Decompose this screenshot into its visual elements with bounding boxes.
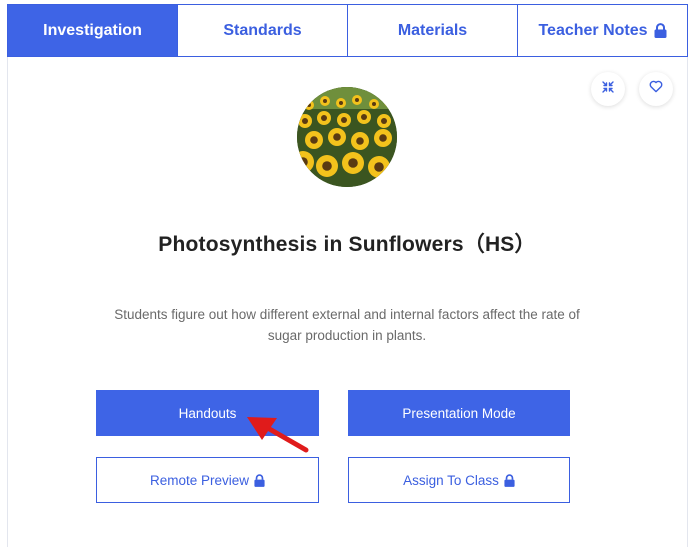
button-label: Assign To Class (403, 472, 499, 488)
lock-icon (504, 473, 515, 487)
tab-label: Teacher Notes (538, 21, 648, 39)
tab-investigation[interactable]: Investigation (7, 4, 178, 57)
tab-materials[interactable]: Materials (347, 4, 518, 57)
tab-label: Investigation (43, 21, 142, 39)
activity-image (297, 87, 397, 187)
tab-bar: Investigation Standards Materials Teache… (7, 4, 688, 58)
heart-icon (649, 80, 663, 98)
presentation-mode-button[interactable]: Presentation Mode (348, 390, 570, 436)
tab-label: Materials (397, 21, 468, 39)
tab-label: Standards (223, 21, 302, 39)
button-label: Remote Preview (149, 472, 250, 488)
collapse-button[interactable] (591, 72, 625, 106)
assign-to-class-button[interactable]: Assign To Class (348, 457, 570, 503)
activity-title: Photosynthesis in Sunflowers（HS） (158, 233, 536, 256)
button-label: Handouts (178, 405, 237, 421)
handouts-button[interactable]: Handouts (96, 390, 319, 436)
lock-icon (654, 23, 667, 38)
lock-icon (254, 473, 265, 487)
remote-preview-button[interactable]: Remote Preview (96, 457, 319, 503)
button-label: Presentation Mode (402, 405, 516, 421)
collapse-icon (602, 80, 614, 98)
favorite-button[interactable] (639, 72, 673, 106)
tab-teacher-notes[interactable]: Teacher Notes (517, 4, 688, 57)
tab-standards[interactable]: Standards (177, 4, 348, 57)
activity-description: Students figure out how different extern… (114, 307, 580, 343)
